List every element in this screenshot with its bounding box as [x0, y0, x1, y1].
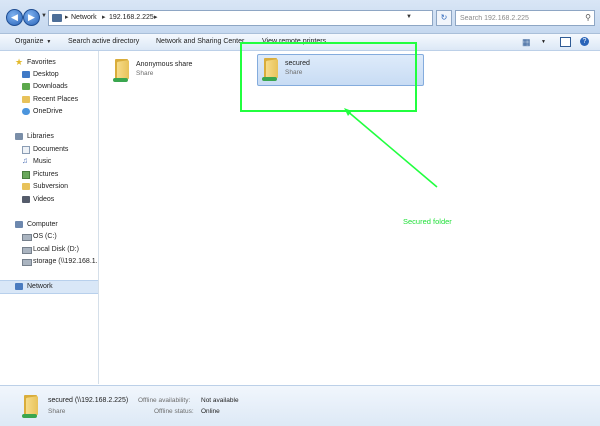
star-icon: ★ [15, 57, 24, 67]
breadcrumb-separator-icon[interactable]: ▸ [65, 13, 69, 21]
details-name: secured (\\192.168.2.225) [48, 397, 129, 404]
organize-button[interactable]: Organize ▼ [15, 38, 51, 45]
breadcrumb-separator-icon[interactable]: ▸ [102, 13, 106, 21]
recent-pages-button[interactable]: ▼ [41, 13, 47, 19]
downloads-icon [22, 83, 30, 90]
shared-folder-icon [113, 59, 130, 82]
shared-folder-icon [22, 395, 39, 418]
help-icon[interactable]: ? [580, 37, 589, 46]
computer-icon [15, 221, 23, 228]
nav-storage[interactable]: storage (\\192.168.1. [0, 256, 98, 268]
search-icon[interactable]: ⚲ [585, 13, 591, 22]
refresh-button[interactable]: ↻ [436, 10, 452, 26]
breadcrumb-separator-icon[interactable]: ▸ [154, 13, 158, 21]
organize-label: Organize [15, 38, 44, 45]
nav-os-c[interactable]: OS (C:) [0, 231, 98, 243]
search-box[interactable]: ⚲ [455, 10, 595, 26]
search-input[interactable] [456, 11, 580, 24]
network-icon [15, 283, 23, 290]
nav-pictures[interactable]: Pictures [0, 169, 98, 181]
highlight-box [240, 42, 417, 112]
refresh-icon: ↻ [440, 13, 448, 22]
offline-availability-value: Not available [201, 397, 239, 404]
recent-places-icon [22, 96, 30, 103]
address-bar[interactable]: ▸ Network ▸ 192.168.2.225 ▸ ▼ [48, 10, 433, 26]
annotation-label: Secured folder [403, 217, 452, 226]
breadcrumb-network[interactable]: Network [71, 14, 97, 21]
address-dropdown-icon[interactable]: ▼ [406, 14, 412, 20]
change-view-icon[interactable]: ▦ [522, 37, 531, 48]
nav-desktop[interactable]: Desktop [0, 69, 98, 81]
nav-videos[interactable]: Videos [0, 194, 98, 206]
arrow-left-icon: ◀ [11, 12, 18, 22]
nav-documents[interactable]: Documents [0, 144, 98, 156]
search-active-directory-button[interactable]: Search active directory [68, 38, 139, 45]
offline-availability-label: Offline availability: [138, 397, 191, 404]
arrow-right-icon: ▶ [28, 12, 35, 22]
desktop-icon [22, 71, 30, 78]
cloud-icon [22, 108, 30, 115]
offline-status-value: Online [201, 408, 220, 415]
breadcrumb-host[interactable]: 192.168.2.225 [109, 14, 154, 21]
nav-local-disk-d[interactable]: Local Disk (D:) [0, 244, 98, 256]
pictures-icon [22, 171, 30, 179]
nav-downloads[interactable]: Downloads [0, 81, 98, 93]
offline-status-label: Offline status: [154, 408, 194, 415]
nav-network[interactable]: Network [0, 280, 98, 294]
nav-libraries[interactable]: Libraries [0, 131, 98, 143]
share-type: Share [136, 70, 154, 77]
network-icon [52, 14, 62, 22]
back-button[interactable]: ◀ [6, 9, 23, 26]
title-bar: ◀ ▶ ▼ ▸ Network ▸ 192.168.2.225 ▸ ▼ ↻ ⚲ [0, 0, 600, 34]
nav-favorites[interactable]: ★ Favorites [0, 57, 98, 69]
nav-onedrive[interactable]: OneDrive [0, 106, 98, 118]
libraries-icon [15, 133, 23, 140]
videos-icon [22, 196, 30, 203]
document-icon [22, 146, 30, 154]
music-icon: ♫ [22, 156, 28, 165]
nav-subversion[interactable]: Subversion [0, 181, 98, 193]
nav-computer[interactable]: Computer [0, 219, 98, 231]
drive-icon [22, 247, 32, 254]
network-sharing-center-button[interactable]: Network and Sharing Center [156, 38, 244, 45]
forward-button[interactable]: ▶ [23, 9, 40, 26]
details-type: Share [48, 408, 66, 415]
network-drive-icon [22, 259, 32, 266]
chevron-down-icon: ▼ [46, 39, 52, 45]
preview-pane-icon[interactable] [560, 37, 571, 47]
details-pane: secured (\\192.168.2.225) Share Offline … [0, 385, 600, 426]
navigation-pane: ★ Favorites Desktop Downloads Recent Pla… [0, 51, 99, 384]
drive-icon [22, 234, 32, 241]
nav-music[interactable]: ♫ Music [0, 156, 98, 168]
share-name: Anonymous share [136, 61, 193, 68]
chevron-down-icon[interactable]: ▼ [541, 39, 546, 45]
subversion-icon [22, 183, 30, 190]
nav-recent-places[interactable]: Recent Places [0, 94, 98, 106]
